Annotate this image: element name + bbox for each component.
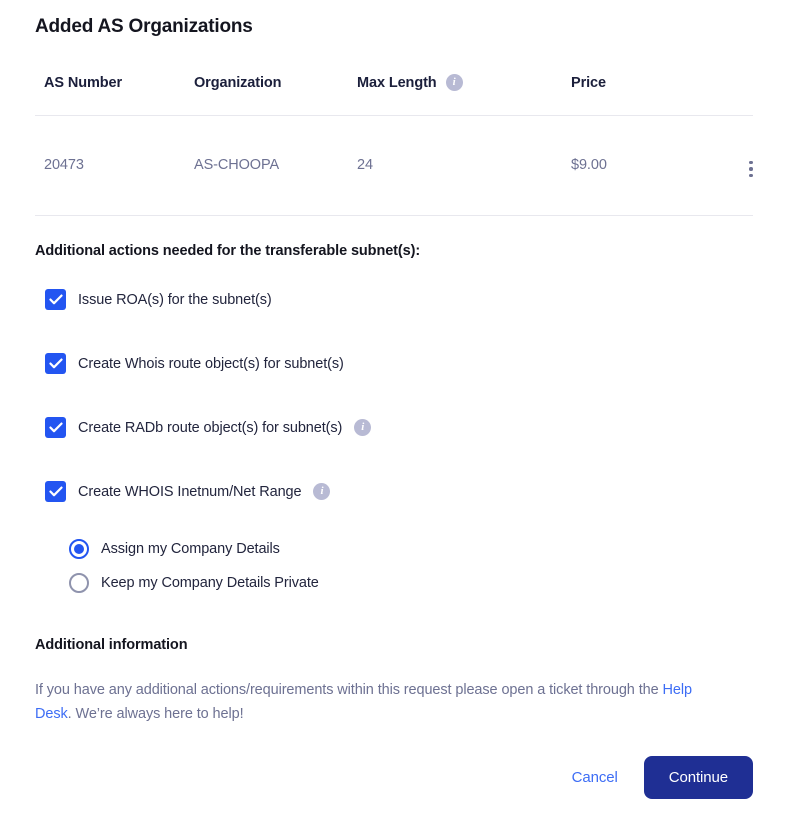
column-header-actions: [741, 74, 753, 116]
checkbox-label: Create WHOIS Inetnum/Net Range: [78, 483, 302, 500]
additional-actions-checkbox-list: Issue ROA(s) for the subnet(s) Create Wh…: [35, 287, 753, 505]
checkbox-row-create-whois-route-object[interactable]: Create Whois route object(s) for subnet(…: [35, 351, 753, 377]
kebab-dot: [749, 160, 753, 164]
column-header-label: Organization: [194, 74, 282, 91]
page-title: Added AS Organizations: [35, 16, 253, 37]
column-header-label: Price: [571, 74, 606, 91]
checkbox-create-whois-route-object[interactable]: [45, 353, 66, 375]
radio-assign-company-details[interactable]: [69, 538, 89, 559]
kebab-menu-icon[interactable]: [741, 159, 761, 179]
cancel-button[interactable]: Cancel: [568, 763, 622, 792]
table-header-row: AS Number Organization Max Length i Pric…: [35, 74, 753, 116]
radio-keep-company-details-private[interactable]: [69, 572, 89, 593]
checkbox-label: Create Whois route object(s) for subnet(…: [78, 355, 344, 372]
table-body: 20473 AS-CHOOPA 24 $9.00: [35, 116, 753, 216]
checkbox-label: Create RADb route object(s) for subnet(s…: [78, 419, 343, 436]
column-header-label: AS Number: [44, 74, 123, 91]
checkbox-row-create-whois-inetnum[interactable]: Create WHOIS Inetnum/Net Range i: [35, 479, 753, 505]
checkbox-issue-roa[interactable]: [45, 289, 66, 311]
kebab-dot: [749, 167, 753, 171]
checkbox-create-radb-route-object[interactable]: [45, 417, 66, 439]
checkbox-label: Issue ROA(s) for the subnet(s): [78, 291, 272, 308]
additional-actions-heading: Additional actions needed for the transf…: [35, 242, 421, 259]
radio-label: Assign my Company Details: [101, 540, 280, 557]
radio-row-assign-company-details[interactable]: Assign my Company Details: [69, 538, 753, 559]
kebab-dot: [749, 173, 753, 177]
additional-information-heading: Additional information: [35, 636, 188, 653]
cell-organization: AS-CHOOPA: [194, 157, 280, 174]
column-header-label: Max Length: [357, 74, 437, 91]
cell-as-number: 20473: [44, 157, 84, 174]
cell-max-length: 24: [357, 157, 373, 174]
table-row: 20473 AS-CHOOPA 24 $9.00: [35, 116, 753, 216]
additional-information-text-before-link: If you have any additional actions/requi…: [35, 681, 663, 698]
checkbox-row-issue-roa[interactable]: Issue ROA(s) for the subnet(s): [35, 287, 753, 313]
company-details-radio-group: Assign my Company Details Keep my Compan…: [35, 538, 753, 593]
cell-row-actions: [741, 116, 753, 216]
info-icon[interactable]: i: [445, 74, 463, 91]
checkbox-create-whois-inetnum[interactable]: [45, 481, 66, 503]
checkbox-row-create-radb-route-object[interactable]: Create RADb route object(s) for subnet(s…: [35, 415, 753, 441]
column-header-as-number: AS Number: [35, 74, 194, 116]
radio-row-keep-company-details-private[interactable]: Keep my Company Details Private: [69, 572, 753, 593]
dialog-content: Added AS Organizations AS Number Organiz…: [0, 0, 788, 815]
table-header: AS Number Organization Max Length i Pric…: [35, 74, 753, 116]
dialog-footer: Cancel Continue: [568, 756, 753, 799]
additional-information-text: If you have any additional actions/requi…: [35, 678, 725, 726]
continue-button[interactable]: Continue: [643, 756, 753, 799]
column-header-max-length: Max Length i: [357, 74, 571, 116]
info-icon[interactable]: i: [354, 419, 372, 437]
cell-price: $9.00: [571, 157, 607, 174]
as-organizations-table: AS Number Organization Max Length i Pric…: [35, 74, 753, 216]
column-header-price: Price: [571, 74, 741, 116]
radio-label: Keep my Company Details Private: [101, 574, 319, 591]
info-icon[interactable]: i: [313, 483, 331, 501]
column-header-organization: Organization: [194, 74, 357, 116]
additional-information-text-after-link: . We’re always here to help!: [67, 705, 244, 722]
